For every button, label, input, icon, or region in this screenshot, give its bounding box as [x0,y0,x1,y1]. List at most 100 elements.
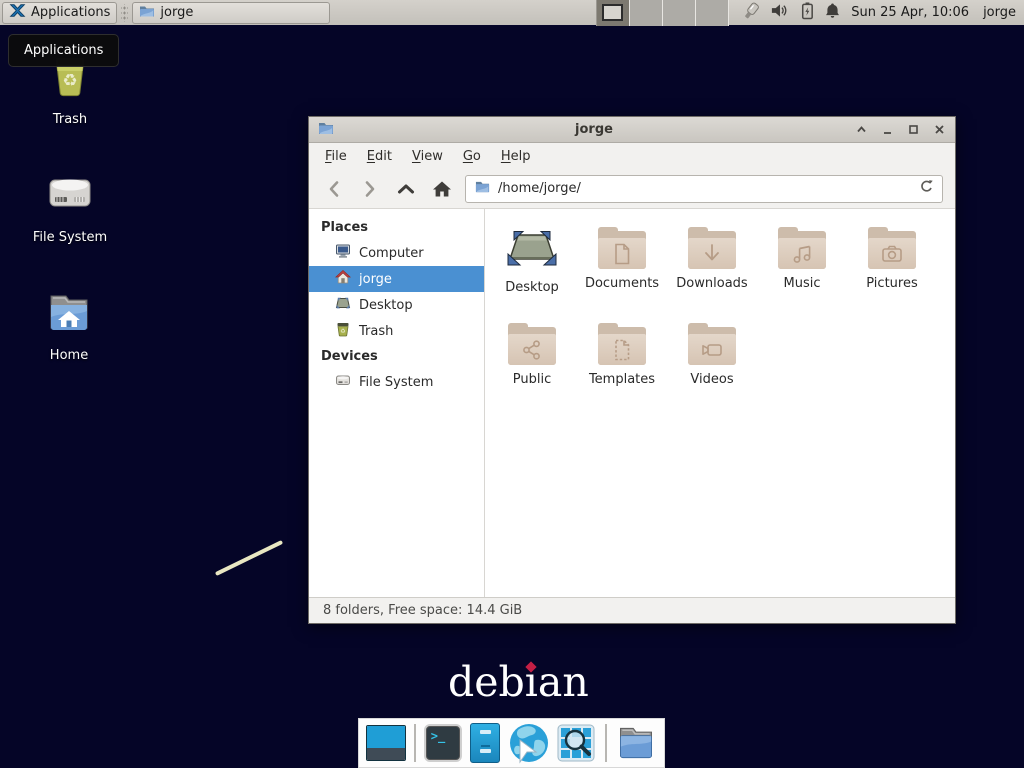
applications-menu-label: Applications [31,5,110,20]
file-item-label: Public [513,372,551,387]
dock-separator [414,724,416,762]
menu-file[interactable]: File [315,146,357,167]
sidebar: Places Computer jorge Desktop [309,209,485,597]
removable-media-icon[interactable] [741,1,761,25]
file-item-label: Desktop [505,280,559,295]
sidebar-item-desktop[interactable]: Desktop [309,292,484,318]
bottom-dock: >_ [358,718,665,768]
menu-go[interactable]: Go [453,146,491,167]
svg-text:♻: ♻ [340,328,345,335]
window-titlebar[interactable]: jorge [309,117,955,143]
web-browser-icon[interactable] [508,722,550,764]
folder-icon[interactable] [615,722,657,764]
folder-downloads-icon [688,227,736,269]
path-input[interactable]: /home/jorge/ [498,181,912,196]
shade-button[interactable] [853,122,869,138]
toolbar: /home/jorge/ [309,169,955,209]
menu-bar: File Edit View Go Help [309,143,955,169]
desktop-special-icon [506,227,558,273]
sidebar-header-devices: Devices [309,344,484,369]
trash-icon: ♻ [335,321,351,341]
folder-templates-icon [598,323,646,365]
file-item-music[interactable]: Music [757,221,847,317]
file-view[interactable]: Desktop Documents Downloads Music [485,209,955,597]
close-button[interactable] [931,122,947,138]
back-button[interactable] [321,176,347,202]
terminal-icon[interactable]: >_ [424,722,462,764]
sidebar-item-jorge[interactable]: jorge [309,266,484,292]
desktop-icon-label: Home [50,348,88,363]
file-item-downloads[interactable]: Downloads [667,221,757,317]
dock-separator [605,724,607,762]
file-item-pictures[interactable]: Pictures [847,221,937,317]
applications-menu-button[interactable]: Applications [2,2,117,24]
app-finder-icon[interactable] [555,722,597,764]
sidebar-item-label: Trash [359,324,393,339]
notifications-bell-icon[interactable] [824,1,841,24]
taskbar-window-label: jorge [160,5,193,20]
workspace-window-thumbnail [602,4,623,21]
location-bar[interactable]: /home/jorge/ [465,175,943,203]
workspace-4[interactable] [696,0,729,26]
volume-icon[interactable] [770,1,789,24]
taskbar-window-button[interactable]: jorge [132,2,330,24]
wallpaper-scratch-line [215,540,283,576]
debian-wallpaper-logo: debıan [448,658,578,706]
status-text: 8 folders, Free space: 14.4 GiB [323,603,522,618]
folder-videos-icon [688,323,736,365]
file-item-documents[interactable]: Documents [577,221,667,317]
file-item-label: Templates [589,372,655,387]
hard-drive-icon [44,168,96,224]
sidebar-item-computer[interactable]: Computer [309,240,484,266]
status-bar: 8 folders, Free space: 14.4 GiB [309,597,955,623]
folder-public-icon [508,323,556,365]
workspace-3[interactable] [663,0,696,26]
file-item-desktop[interactable]: Desktop [487,221,577,317]
folder-documents-icon [598,227,646,269]
maximize-button[interactable] [905,122,921,138]
show-desktop-icon[interactable] [366,722,406,764]
battery-charging-icon[interactable] [798,1,815,24]
file-item-label: Documents [585,276,659,291]
panel-clock[interactable]: Sun 25 Apr, 10:06 [851,5,969,20]
file-item-label: Music [784,276,821,291]
forward-button[interactable] [357,176,383,202]
path-folder-icon [474,179,491,198]
file-item-label: Pictures [866,276,917,291]
system-tray [741,1,841,25]
sidebar-item-label: Desktop [359,298,413,313]
sidebar-item-file-system[interactable]: File System [309,369,484,395]
folder-pictures-icon [868,227,916,269]
sidebar-item-label: jorge [359,272,392,287]
folder-icon [139,3,155,23]
home-folder-icon [44,290,94,342]
panel-username[interactable]: jorge [983,5,1016,20]
menu-view[interactable]: View [402,146,453,167]
file-cabinet-icon[interactable] [467,722,504,764]
sidebar-item-trash[interactable]: ♻ Trash [309,318,484,344]
window-body: Places Computer jorge Desktop [309,209,955,597]
home-button[interactable] [429,176,455,202]
window-folder-icon [317,120,335,140]
xfce-logo-icon [9,2,26,23]
sidebar-item-label: File System [359,375,433,390]
up-button[interactable] [393,176,419,202]
applications-tooltip: Applications [8,34,119,67]
menu-edit[interactable]: Edit [357,146,402,167]
menu-help[interactable]: Help [491,146,541,167]
reload-icon[interactable] [919,179,934,198]
desktop-icon-label: Trash [53,112,87,127]
workspace-1[interactable] [597,0,630,26]
file-item-templates[interactable]: Templates [577,317,667,413]
file-item-label: Downloads [676,276,747,291]
panel-handle[interactable] [121,4,128,22]
file-item-public[interactable]: Public [487,317,577,413]
file-item-videos[interactable]: Videos [667,317,757,413]
desktop-icon-file-system[interactable]: File System [15,168,125,245]
desktop-icon-home[interactable]: Home [14,290,124,363]
sidebar-header-places: Places [309,215,484,240]
folder-music-icon [778,227,826,269]
desktop-icon-label: File System [33,230,107,245]
minimize-button[interactable] [879,122,895,138]
workspace-2[interactable] [630,0,663,26]
